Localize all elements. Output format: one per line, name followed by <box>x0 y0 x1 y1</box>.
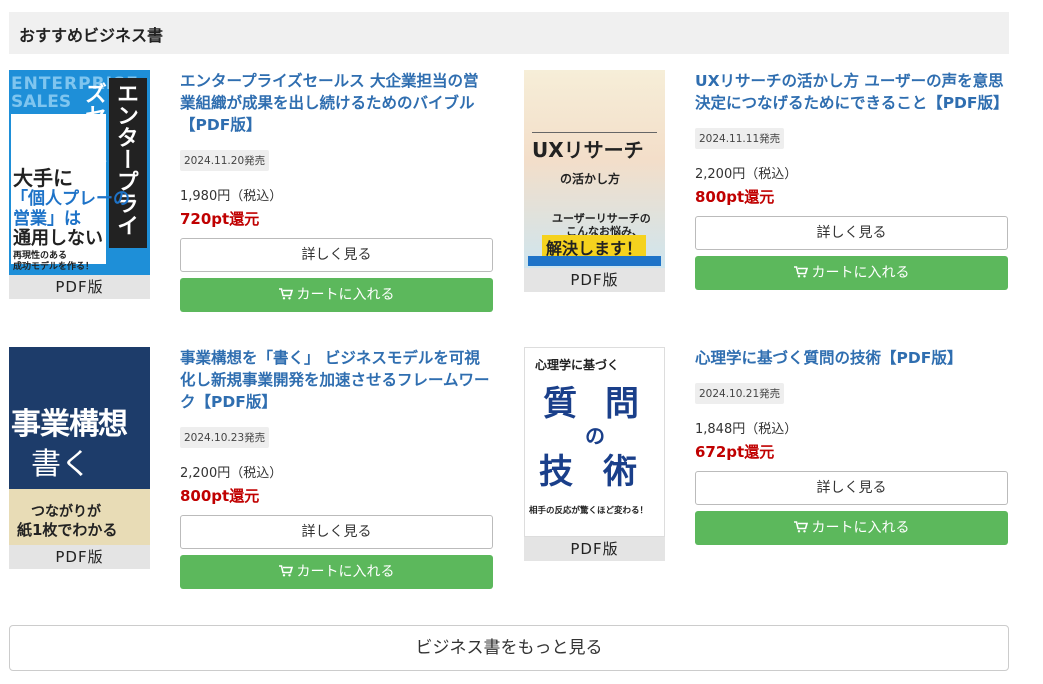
cart-label: カートに入れる <box>811 265 910 281</box>
release-date: 2024.10.21発売 <box>695 383 785 404</box>
book-title-link[interactable]: 心理学に基づく質問の技術【PDF版】 <box>695 347 1008 369</box>
book-card: 心理学に基づく 質 問 の 技 術 相手の反応が驚くほど変わる！ PDF版 心理… <box>524 347 1024 607</box>
details-button[interactable]: 詳しく見る <box>695 216 1008 250</box>
price: 1,980円（税込） <box>180 189 283 204</box>
release-date: 2024.10.23発売 <box>180 427 270 448</box>
book-title-link[interactable]: 事業構想を「書く」 ビジネスモデルを可視化し新規事業開発を加速させるフレームワー… <box>180 347 493 413</box>
cart-icon <box>278 565 293 577</box>
cart-label: カートに入れる <box>296 564 395 580</box>
cover-text: 事業構想 <box>11 407 128 442</box>
cover-text: SALES <box>11 92 72 112</box>
cart-label: カートに入れる <box>811 520 910 536</box>
cover-text: 問 <box>605 384 639 424</box>
cart-icon <box>793 521 808 533</box>
book-cover[interactable]: UXリサーチ の活かし方 ユーザーリサーチの こんなお悩み、 解決します！ PD… <box>524 70 665 292</box>
book-card: 事業構想 書く つながりが 紙1枚でわかる PDF版 事業構想を「書く」 ビジネ… <box>9 347 509 607</box>
cart-icon <box>793 266 808 278</box>
price: 2,200円（税込） <box>180 466 283 481</box>
cart-label: カートに入れる <box>296 287 395 303</box>
pdf-label: PDF版 <box>524 537 665 561</box>
cover-text: の <box>585 424 605 448</box>
price: 2,200円（税込） <box>695 167 798 182</box>
cover-text: 紙1枚でわかる <box>17 521 118 539</box>
cover-text: の活かし方 <box>560 172 621 186</box>
more-business-books-button[interactable]: ビジネス書をもっと見る <box>9 625 1009 671</box>
cover-image[interactable]: UXリサーチ の活かし方 ユーザーリサーチの こんなお悩み、 解決します！ <box>524 70 665 268</box>
cover-text: 術 <box>603 452 637 492</box>
cover-text: UXリサーチ <box>532 138 644 162</box>
price: 1,848円（税込） <box>695 422 798 437</box>
points-reward: 672pt還元 <box>695 443 775 461</box>
book-cover[interactable]: ENTERPRISE SALES エンタープライズセールス 大手に 「個人プレー… <box>9 70 150 299</box>
add-to-cart-button[interactable]: カートに入れる <box>695 256 1008 290</box>
cover-text: 書く <box>31 447 91 482</box>
cover-text: 通用しない <box>13 228 103 249</box>
book-card: UXリサーチ の活かし方 ユーザーリサーチの こんなお悩み、 解決します！ PD… <box>524 70 1024 330</box>
details-button[interactable]: 詳しく見る <box>180 515 493 549</box>
section-title: おすすめビジネス書 <box>9 12 1009 54</box>
pdf-label: PDF版 <box>9 275 150 299</box>
release-date: 2024.11.20発売 <box>180 150 270 171</box>
add-to-cart-button[interactable]: カートに入れる <box>695 511 1008 545</box>
cover-text: 心理学に基づく <box>535 358 620 372</box>
cart-icon <box>278 288 293 300</box>
book-title-link[interactable]: UXリサーチの活かし方 ユーザーの声を意思決定につなげるためにできること【PDF… <box>695 70 1009 114</box>
add-to-cart-button[interactable]: カートに入れる <box>180 278 493 312</box>
add-to-cart-button[interactable]: カートに入れる <box>180 555 493 589</box>
details-button[interactable]: 詳しく見る <box>695 471 1008 505</box>
release-date: 2024.11.11発売 <box>695 128 785 149</box>
cover-text: つながりが <box>31 504 101 520</box>
book-cover[interactable]: 心理学に基づく 質 問 の 技 術 相手の反応が驚くほど変わる！ PDF版 <box>524 347 665 561</box>
book-cover[interactable]: 事業構想 書く つながりが 紙1枚でわかる PDF版 <box>9 347 150 569</box>
cover-text: 成功モデルを作る！ <box>13 262 95 272</box>
book-card: ENTERPRISE SALES エンタープライズセールス 大手に 「個人プレー… <box>9 70 509 330</box>
pdf-label: PDF版 <box>524 268 665 292</box>
cover-text: 相手の反応が驚くほど変わる！ <box>529 506 649 516</box>
points-reward: 720pt還元 <box>180 210 260 228</box>
cover-text: 技 <box>539 452 573 492</box>
points-reward: 800pt還元 <box>695 188 775 206</box>
cover-text: エンタープライズセールス <box>81 78 147 248</box>
book-title-link[interactable]: エンタープライズセールス 大企業担当の営業組織が成果を出し続けるためのバイブル【… <box>180 70 493 136</box>
points-reward: 800pt還元 <box>180 487 260 505</box>
pdf-label: PDF版 <box>9 545 150 569</box>
cover-text: 質 <box>543 384 577 424</box>
cover-image[interactable]: 事業構想 書く つながりが 紙1枚でわかる <box>9 347 150 545</box>
cover-image[interactable]: 心理学に基づく 質 問 の 技 術 相手の反応が驚くほど変わる！ <box>524 347 665 537</box>
cover-image[interactable]: ENTERPRISE SALES エンタープライズセールス 大手に 「個人プレー… <box>9 70 150 275</box>
details-button[interactable]: 詳しく見る <box>180 238 493 272</box>
